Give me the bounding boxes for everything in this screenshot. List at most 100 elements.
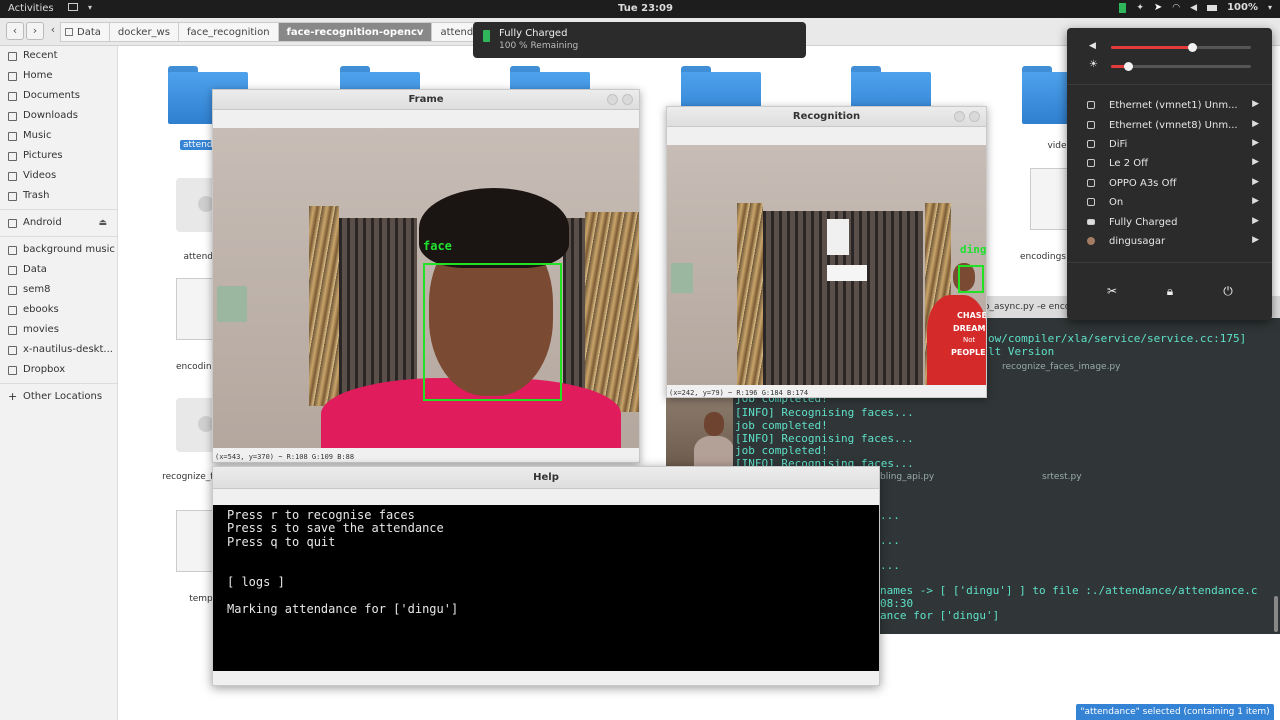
menu-item-oppo[interactable]: OPPO A3s Off ▶ <box>1087 174 1259 192</box>
help-window[interactable]: Help Press r to recognise faces Press s … <box>212 466 880 686</box>
menu-item-user[interactable]: dingusagar ▶ <box>1087 232 1259 250</box>
notification-subtitle: 100 % Remaining <box>499 41 579 51</box>
wall-calendar <box>827 219 849 255</box>
terminal-line: ... <box>880 559 900 572</box>
sidebar-item-music[interactable]: Music <box>0 126 117 146</box>
drive-icon <box>65 28 73 36</box>
battery-status-icon[interactable] <box>1207 4 1218 11</box>
sidebar-item-x-nautilus[interactable]: x-nautilus-deskt... <box>0 340 117 360</box>
terminal-line: [INFO] Recognising faces... <box>735 406 914 419</box>
sidebar-item-sem8[interactable]: sem8 <box>0 280 117 300</box>
close-button[interactable] <box>969 111 980 122</box>
menu-item-wifi[interactable]: DiFi ▶ <box>1087 135 1259 153</box>
forward-button[interactable]: › <box>26 22 44 40</box>
sidebar-item-home[interactable]: Home <box>0 66 117 86</box>
wifi-tray-icon[interactable]: ◠ <box>1172 3 1180 13</box>
battery-tray-icon[interactable] <box>1119 2 1127 13</box>
battery-percent[interactable]: 100% <box>1227 2 1258 13</box>
terminal-line: ... <box>880 534 900 547</box>
crumb-docker-ws[interactable]: docker_ws <box>109 22 179 42</box>
menu-item-le2[interactable]: Le 2 Off ▶ <box>1087 154 1259 172</box>
sidebar-item-android[interactable]: Android ⏏ <box>0 213 117 233</box>
sidebar-item-documents[interactable]: Documents <box>0 86 117 106</box>
close-button[interactable] <box>622 94 633 105</box>
shirt-text: CHASE <box>957 311 986 320</box>
face-bounding-box <box>958 265 984 293</box>
menu-item-ethernet-vmnet8[interactable]: Ethernet (vmnet8) Unm... ▶ <box>1087 116 1259 134</box>
frame-window[interactable]: Frame face (x=543, y=370) ~ R:108 G:109 … <box>212 89 640 463</box>
recognition-window[interactable]: Recognition CHASE DREAM Not PEOPLE dingu… <box>666 106 987 398</box>
clock-icon <box>8 51 17 61</box>
sidebar: Recent Home Documents Downloads Music Pi… <box>0 46 118 720</box>
shirt-text: Not <box>963 336 976 344</box>
path-left-arrow-icon[interactable]: ‹ <box>48 22 58 40</box>
files-app-icon[interactable] <box>68 3 78 11</box>
user-icon <box>1087 237 1095 245</box>
eject-icon[interactable]: ⏏ <box>98 213 107 233</box>
sidebar-item-background-music[interactable]: background music <box>0 240 117 260</box>
minimize-button[interactable] <box>607 94 618 105</box>
sidebar-item-data[interactable]: Data <box>0 260 117 280</box>
menu-item-battery[interactable]: Fully Charged ▶ <box>1087 213 1259 231</box>
recognition-camera-view: CHASE DREAM Not PEOPLE dingu <box>667 145 986 385</box>
terminal-line: ow/compiler/xla/service/service.cc:175] <box>988 332 1247 345</box>
menu-item-ethernet-vmnet1[interactable]: Ethernet (vmnet1) Unm... ▶ <box>1087 96 1259 114</box>
brightness-slider-knob[interactable] <box>1124 62 1133 71</box>
sidebar-item-videos[interactable]: Videos <box>0 166 117 186</box>
crumb-face-recognition[interactable]: face_recognition <box>178 22 279 42</box>
volume-tray-icon[interactable]: ◀ <box>1190 3 1197 13</box>
settings-icon[interactable]: ✂ <box>1105 284 1119 298</box>
menu-item-bluetooth[interactable]: On ▶ <box>1087 193 1259 211</box>
help-content: Press r to recognise faces Press s to sa… <box>213 505 879 671</box>
volume-slider[interactable] <box>1111 43 1251 52</box>
sidebar-item-trash[interactable]: Trash <box>0 186 117 206</box>
video-icon <box>8 171 17 181</box>
recognition-pixel-readout: (x=242, y=79) ~ R:196 G:184 B:174 <box>669 389 809 397</box>
sidebar-item-dropbox[interactable]: Dropbox <box>0 360 117 380</box>
sidebar-item-other-locations[interactable]: + Other Locations <box>0 387 117 407</box>
sidebar-item-pictures[interactable]: Pictures <box>0 146 117 166</box>
folder-icon[interactable] <box>1022 66 1072 124</box>
power-icon[interactable]: ⏻ <box>1221 284 1235 298</box>
sidebar-item-recent[interactable]: Recent <box>0 46 117 66</box>
wifi-icon <box>1087 140 1095 148</box>
help-title-bar[interactable]: Help <box>213 467 879 489</box>
clock[interactable]: Tue 23:09 <box>618 3 673 14</box>
notification-title: Fully Charged <box>499 28 568 39</box>
chevron-down-icon[interactable]: ▾ <box>88 3 92 12</box>
frame-title-bar[interactable]: Frame <box>213 90 639 110</box>
terminal-line: names -> [ ['dingu'] ] to file :./attend… <box>880 584 1258 597</box>
folder-icon <box>8 325 17 335</box>
power-menu-chevron-icon[interactable]: ▾ <box>1268 3 1272 12</box>
back-button[interactable]: ‹ <box>6 22 24 40</box>
bluetooth-icon <box>1087 198 1095 206</box>
chevron-right-icon: ▶ <box>1252 196 1259 206</box>
folder-icon <box>8 345 17 355</box>
curtain-left <box>737 203 763 385</box>
face-bounding-box <box>423 263 562 401</box>
plus-icon: + <box>8 390 18 403</box>
shirt-text: DREAM <box>953 324 986 333</box>
minimize-button[interactable] <box>954 111 965 122</box>
face-label: face <box>423 239 452 253</box>
lock-icon[interactable]: 🔒︎ <box>1163 284 1177 298</box>
log-entry: Marking attendance for ['dingu'] <box>227 602 459 616</box>
terminal-scrollbar[interactable] <box>1274 596 1278 632</box>
window-light <box>827 265 867 281</box>
sidebar-item-movies[interactable]: movies <box>0 320 117 340</box>
volume-slider-knob[interactable] <box>1188 43 1197 52</box>
activities-button[interactable]: Activities <box>8 3 54 14</box>
battery-notification[interactable]: Fully Charged 100 % Remaining <box>473 22 806 58</box>
recognition-title-bar[interactable]: Recognition <box>667 107 986 127</box>
sidebar-item-ebooks[interactable]: ebooks <box>0 300 117 320</box>
dropbox-icon[interactable]: ✦ <box>1136 3 1144 13</box>
chevron-right-icon: ▶ <box>1252 216 1259 226</box>
terminal-line: lt Version <box>988 345 1055 358</box>
crumb-data[interactable]: Data <box>60 22 110 42</box>
crumb-face-recognition-opencv[interactable]: face-recognition-opencv <box>278 22 433 42</box>
sidebar-item-downloads[interactable]: Downloads <box>0 106 117 126</box>
selected-file-label[interactable]: attend <box>180 140 216 150</box>
file-label: srtest.py <box>1042 472 1082 482</box>
brightness-slider[interactable] <box>1111 62 1251 71</box>
person-shirt <box>927 295 986 385</box>
